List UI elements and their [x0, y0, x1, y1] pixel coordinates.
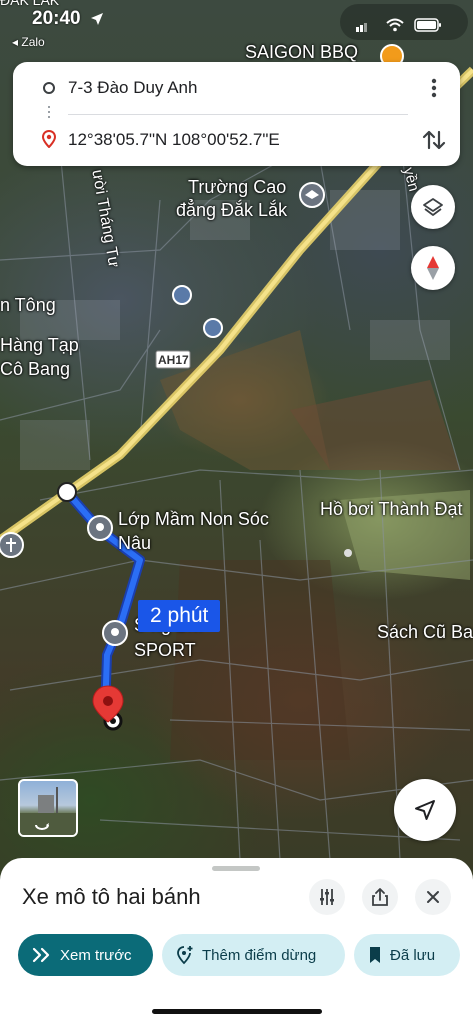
status-bar: ĐẮK LẮK 20:40 ◂ Zalo	[0, 0, 473, 50]
map-label-kindergarten-1: Lớp Mầm Non Sóc	[118, 509, 269, 529]
route-duration-label[interactable]: 2 phút	[138, 600, 221, 632]
wifi-icon	[386, 18, 404, 32]
highway-shield: AH17	[158, 353, 189, 367]
origin-circle-icon	[43, 82, 55, 94]
double-chevron-icon	[32, 947, 50, 963]
sheet-grabber[interactable]	[212, 866, 260, 871]
street-view-thumbnail[interactable]	[18, 779, 78, 837]
poi-marker-sport	[102, 620, 128, 646]
region-label: ĐẮK LẮK	[0, 0, 60, 8]
origin-row[interactable]: 7-3 Đào Duy Anh	[13, 68, 413, 108]
map-label-n-tong: n Tông	[0, 295, 56, 315]
poi-marker-kindergarten	[87, 515, 113, 541]
home-indicator	[152, 1009, 322, 1014]
map-label-college-2: đẳng Đắk Lắk	[176, 200, 288, 220]
route-card: 7-3 Đào Duy Anh 12°38'05.7"N 108°00'52.7…	[13, 62, 460, 166]
bottom-sheet[interactable]: Xe mô tô hai bánh Xem trước Thêm điểm dừ…	[0, 858, 473, 1024]
back-to-app-link[interactable]: ◂ Zalo	[12, 35, 45, 49]
route-options-button[interactable]	[309, 879, 345, 915]
share-icon	[372, 888, 388, 906]
map-label-sport-2: SPORT	[134, 640, 196, 660]
navigation-arrow-icon	[415, 800, 435, 820]
route-dots	[48, 106, 50, 120]
add-location-icon	[177, 946, 193, 965]
destination-pin-icon	[42, 130, 56, 148]
swap-route-icon[interactable]	[420, 126, 448, 154]
bookmark-icon	[370, 947, 380, 963]
origin-text: 7-3 Đào Duy Anh	[68, 78, 198, 97]
status-time: 20:40	[32, 8, 81, 29]
poi-marker-college	[299, 182, 325, 208]
map-label-bookshop: Sách Cũ Ba	[377, 622, 473, 642]
share-button[interactable]	[362, 879, 398, 915]
map-label-pool: Hồ bơi Thành Đạt	[320, 499, 463, 519]
compass-button[interactable]	[411, 246, 455, 290]
add-stop-label: Thêm điểm dừng	[202, 946, 317, 964]
battery-icon	[414, 18, 441, 32]
preview-label: Xem trước	[60, 946, 132, 964]
saved-button[interactable]: Đã lưu	[354, 934, 460, 976]
compass-icon	[427, 256, 439, 280]
cellular-icon	[356, 23, 367, 32]
destination-row[interactable]: 12°38'05.7"N 108°00'52.7"E	[13, 120, 413, 160]
layers-icon	[423, 198, 443, 216]
layers-button[interactable]	[411, 185, 455, 229]
my-location-button[interactable]	[394, 779, 456, 841]
add-stop-button[interactable]: Thêm điểm dừng	[162, 934, 345, 976]
tune-icon	[320, 889, 334, 905]
destination-text: 12°38'05.7"N 108°00'52.7"E	[68, 130, 280, 149]
map-label-college-1: Trường Cao	[188, 177, 287, 197]
travel-mode-title: Xe mô tô hai bánh	[22, 884, 201, 909]
map-label-shop-1: Hàng Tạp	[0, 335, 79, 355]
church-marker	[0, 532, 24, 558]
map-label-shop-2: Cô Bang	[0, 359, 71, 379]
close-icon	[427, 891, 439, 903]
close-button[interactable]	[415, 879, 451, 915]
map-label-kindergarten-2: Nâu	[118, 533, 152, 553]
saved-label: Đã lưu	[390, 946, 436, 964]
divider	[68, 114, 408, 115]
preview-button[interactable]: Xem trước	[18, 934, 153, 976]
location-arrow-icon	[91, 13, 103, 25]
more-options-icon[interactable]	[422, 76, 446, 100]
